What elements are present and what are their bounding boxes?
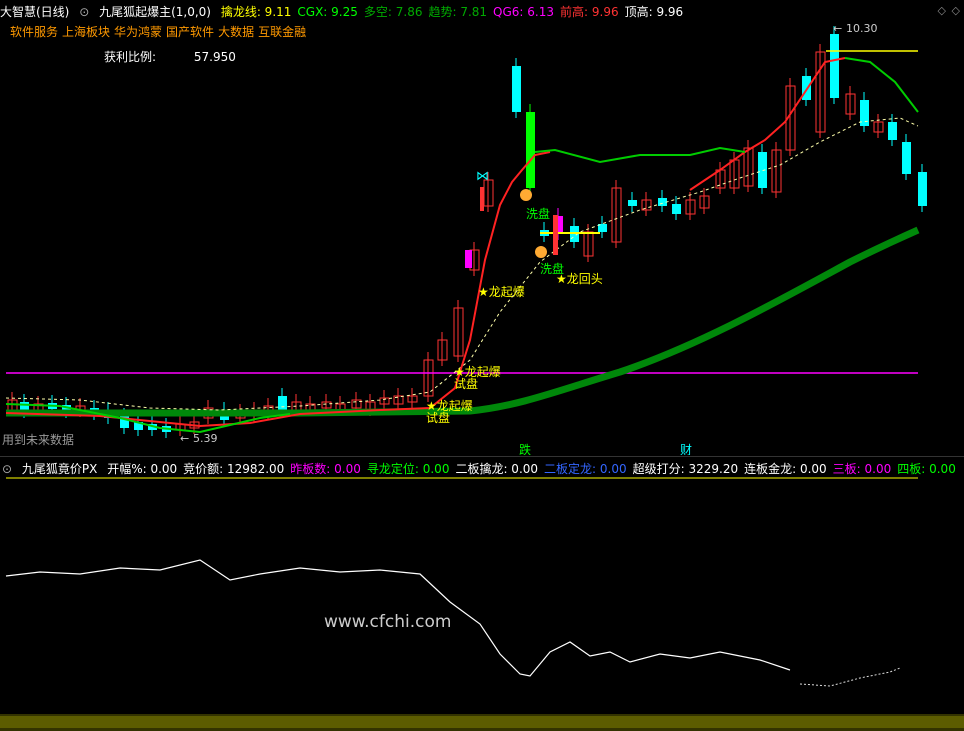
candle-body [278, 396, 287, 410]
high-price-value: 10.30 [846, 22, 878, 35]
sub-indicator-chart[interactable]: www.cfchi.com [0, 456, 964, 731]
candle-body [888, 122, 897, 140]
xipan-icon-2 [535, 246, 547, 258]
red-arrow-icon [553, 215, 558, 255]
annotation-cai: 财 [680, 443, 692, 455]
candle-body [526, 112, 535, 188]
dragon-red-line-2 [689, 57, 846, 191]
cgx-green-line-3 [844, 57, 919, 113]
signal-bar-icon [480, 187, 484, 211]
high-price-label: ← [833, 22, 842, 35]
main-price-chart[interactable]: ← 10.30 ← 5.39 ★龙起爆 ★龙起爆 ★龙起爆 试盘 试盘 洗盘 洗… [0, 0, 964, 455]
candle-body [830, 34, 839, 98]
annotation-shipan-1: 试盘 [454, 376, 478, 391]
candle-body [512, 66, 521, 112]
annotation-xipan-1: 洗盘 [526, 206, 550, 221]
low-price-value: 5.39 [193, 432, 218, 445]
annotation-qibao-1: ★龙起爆 [478, 285, 525, 299]
watermark: www.cfchi.com [324, 612, 451, 632]
magenta-marker [465, 250, 472, 268]
candle-body [758, 152, 767, 188]
annotation-die: 跌 [519, 442, 531, 455]
candle-body [628, 200, 637, 206]
bid-amount-line-2 [799, 667, 901, 687]
candle-body [902, 142, 911, 174]
butterfly-icon: ⋈ [476, 169, 489, 184]
xipan-icon-1 [520, 189, 532, 201]
candle-body [918, 172, 927, 206]
annotation-shipan-2: 试盘 [426, 410, 450, 425]
candle-body [672, 204, 681, 214]
annotation-long-huitou: ★龙回头 [556, 272, 603, 286]
bottom-bar-pattern [0, 716, 964, 728]
cgx-green-line-2 [534, 146, 746, 164]
low-price-label: ← [180, 432, 189, 445]
